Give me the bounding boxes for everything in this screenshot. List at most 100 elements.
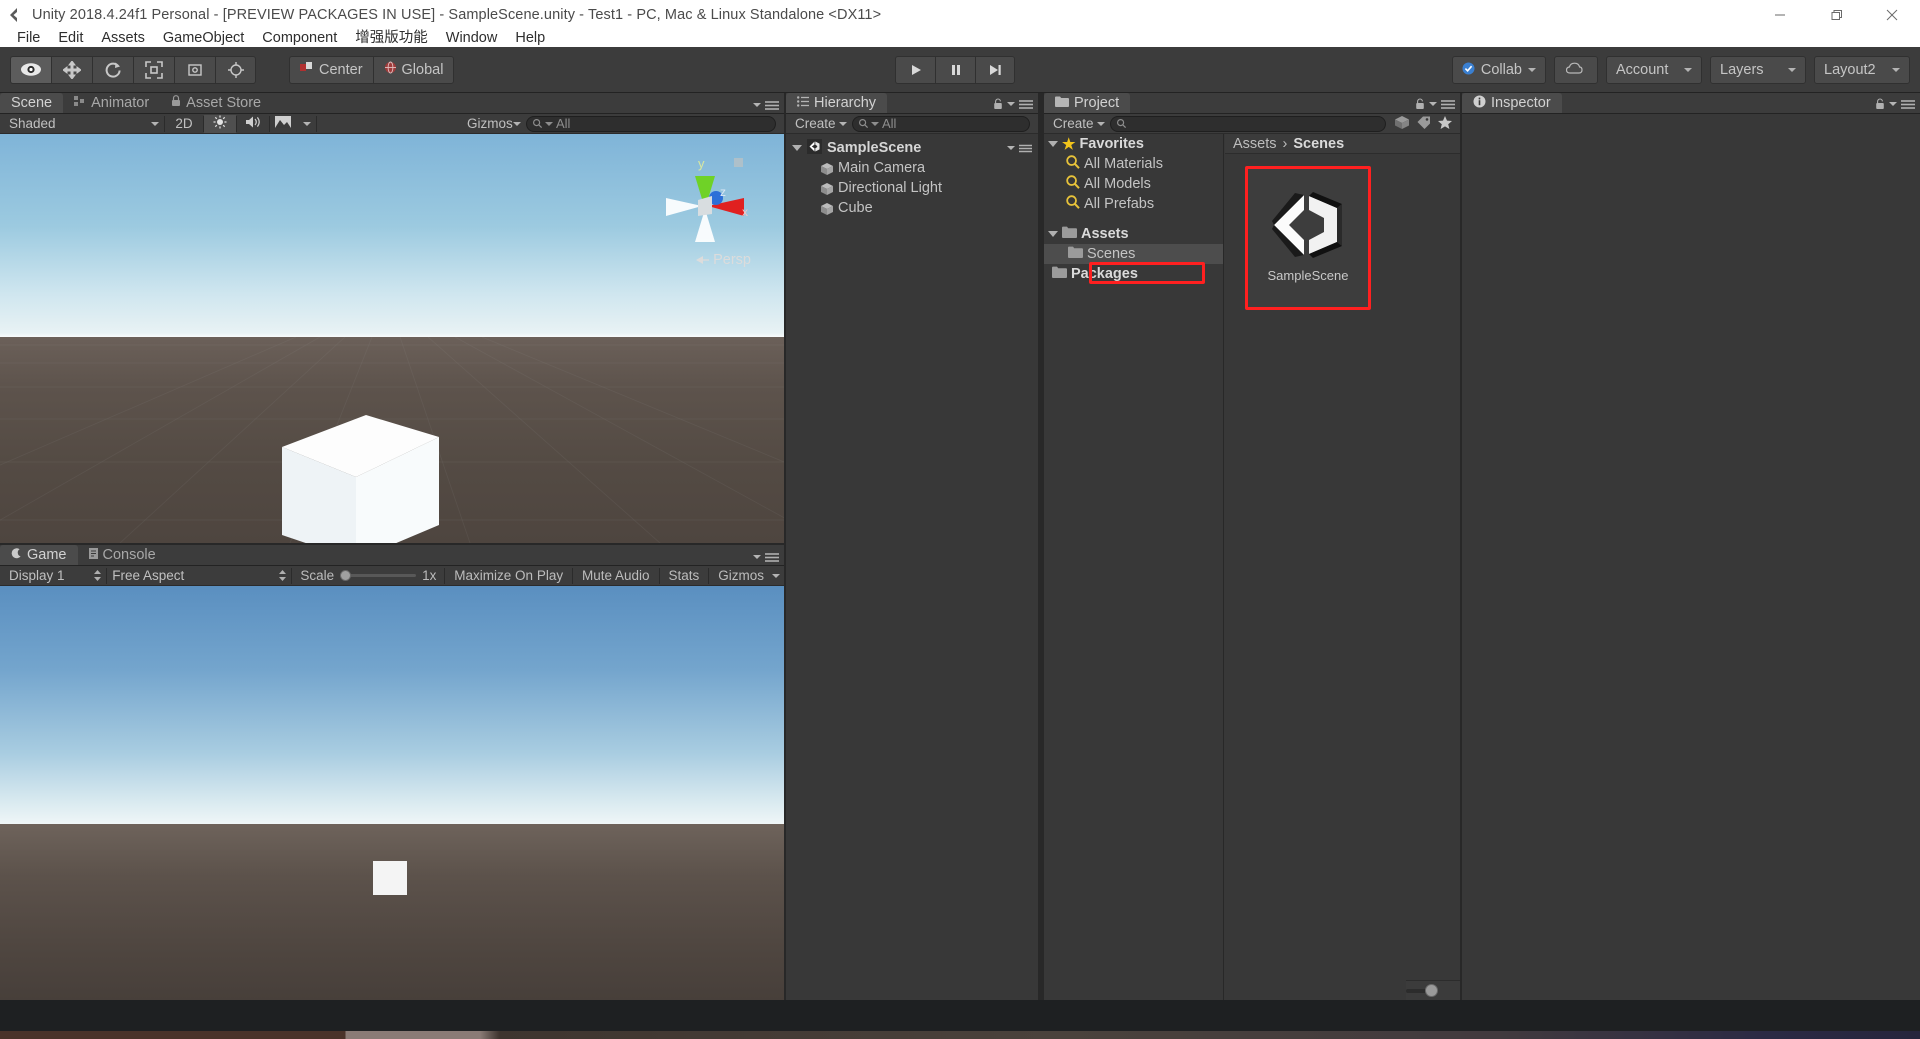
project-tab-bar: Project: [1044, 93, 1460, 114]
aspect-dropdown[interactable]: Free Aspect: [107, 567, 291, 585]
project-tree-assets[interactable]: Assets: [1044, 224, 1223, 244]
project-tree-all-models[interactable]: All Models: [1044, 174, 1223, 194]
rect-tool-button[interactable]: [174, 55, 215, 84]
scene-gizmos-dropdown[interactable]: Gizmos: [462, 115, 526, 133]
maximize-on-play-toggle[interactable]: Maximize On Play: [445, 567, 572, 585]
favorite-filter-icon[interactable]: [1438, 115, 1452, 132]
menu-gameobject[interactable]: GameObject: [154, 30, 253, 47]
transform-tool-button[interactable]: [215, 55, 256, 84]
tab-asset-store[interactable]: Asset Store: [160, 93, 272, 113]
inspector-panel-menu[interactable]: [1875, 98, 1915, 110]
pause-button[interactable]: [935, 56, 975, 84]
menu-assets[interactable]: Assets: [92, 30, 154, 47]
chevron-down-icon[interactable]: [1048, 231, 1058, 237]
menu-help[interactable]: Help: [506, 30, 554, 47]
layout-button[interactable]: Layout2: [1814, 56, 1910, 84]
project-panel-menu[interactable]: [1415, 98, 1455, 110]
project-zoom-slider[interactable]: [1406, 984, 1438, 997]
hierarchy-search-input[interactable]: All: [852, 115, 1030, 132]
chevron-down-icon: [1892, 68, 1900, 72]
draw-mode-dropdown[interactable]: Shaded: [4, 115, 164, 133]
menu-edit[interactable]: Edit: [49, 30, 92, 47]
chevron-down-icon[interactable]: [792, 145, 802, 151]
layers-button[interactable]: Layers: [1710, 56, 1806, 84]
scene-lighting-toggle[interactable]: [204, 114, 236, 133]
chevron-down-icon[interactable]: [1048, 141, 1058, 147]
step-button[interactable]: [975, 56, 1015, 84]
project-tree-all-prefabs[interactable]: All Prefabs: [1044, 194, 1223, 214]
folder-icon: [1052, 266, 1067, 282]
hierarchy-tree: SampleScene Main Camera Directional Ligh…: [786, 134, 1038, 1000]
rotate-tool-button[interactable]: [92, 55, 133, 84]
scene-panel: Scene Animator Asset Store Shaded 2D Giz…: [0, 93, 784, 543]
project-create-button[interactable]: Create: [1048, 115, 1110, 133]
game-gizmos-label[interactable]: Gizmos: [709, 567, 768, 585]
restore-button[interactable]: [1808, 0, 1864, 30]
info-circle-icon: [1473, 95, 1486, 112]
menu-file[interactable]: File: [8, 30, 49, 47]
breadcrumb-assets[interactable]: Assets: [1233, 136, 1277, 152]
tab-animator[interactable]: Animator: [63, 93, 160, 113]
stats-toggle[interactable]: Stats: [660, 567, 709, 585]
collab-button[interactable]: Collab: [1451, 56, 1546, 84]
project-tree-packages[interactable]: Packages: [1044, 264, 1223, 284]
game-panel: Game Console Display 1 Free Aspect Scale…: [0, 545, 784, 1000]
game-scale-slider[interactable]: Scale 1x: [292, 568, 444, 583]
minimize-button[interactable]: [1752, 0, 1808, 30]
asset-tile-samplescene[interactable]: SampleScene: [1247, 168, 1369, 308]
scale-knob[interactable]: [340, 570, 352, 581]
project-tree-all-materials[interactable]: All Materials: [1044, 154, 1223, 174]
chevron-down-icon: [513, 121, 521, 126]
scene-search-input[interactable]: All: [526, 115, 776, 132]
hierarchy-panel-menu[interactable]: [993, 98, 1033, 110]
tab-game[interactable]: Game: [0, 545, 78, 565]
chevron-down-icon: [1007, 102, 1015, 106]
project-search-input[interactable]: [1110, 115, 1386, 132]
pivot-mode-button[interactable]: Center: [289, 55, 373, 84]
handle-mode-button[interactable]: Global: [372, 55, 455, 84]
play-button[interactable]: [895, 56, 935, 84]
hierarchy-item-main-camera[interactable]: Main Camera: [786, 158, 1038, 178]
hand-tool-button[interactable]: [10, 55, 51, 84]
hierarchy-create-button[interactable]: Create: [790, 115, 852, 133]
scene-panel-menu[interactable]: [753, 100, 779, 110]
project-tree-favorites[interactable]: ★ Favorites: [1044, 134, 1223, 154]
cloud-button[interactable]: [1554, 56, 1598, 84]
game-gizmos-dropdown[interactable]: [768, 567, 784, 585]
account-button[interactable]: Account: [1606, 56, 1702, 84]
two-d-toggle[interactable]: 2D: [165, 115, 203, 133]
mute-audio-toggle[interactable]: Mute Audio: [573, 567, 659, 585]
scene-audio-toggle[interactable]: [237, 115, 269, 133]
close-button[interactable]: [1864, 0, 1920, 30]
os-taskbar[interactable]: [0, 1031, 1920, 1039]
scene-fx-dropdown[interactable]: [270, 115, 316, 133]
scale-track[interactable]: [340, 570, 417, 582]
type-filter-icon[interactable]: [1394, 115, 1410, 132]
zoom-knob[interactable]: [1425, 984, 1438, 997]
scene-perspective-label[interactable]: Persp: [696, 252, 751, 268]
label-filter-icon[interactable]: [1417, 116, 1431, 132]
game-viewport[interactable]: [0, 586, 784, 1000]
menu-component[interactable]: Component: [253, 30, 346, 47]
scale-tool-button[interactable]: [133, 55, 174, 84]
tab-inspector[interactable]: Inspector: [1462, 93, 1562, 113]
chevron-down-icon: [1429, 102, 1437, 106]
scene-context-menu[interactable]: [1007, 144, 1032, 153]
hierarchy-scene-root[interactable]: SampleScene: [786, 138, 1038, 158]
scene-cube-object[interactable]: [278, 415, 443, 543]
menu-enhanced-features[interactable]: 增强版功能: [346, 30, 437, 47]
tab-console[interactable]: Console: [78, 545, 167, 565]
hierarchy-item-directional-light[interactable]: Directional Light: [786, 178, 1038, 198]
menu-window[interactable]: Window: [437, 30, 507, 47]
game-panel-menu[interactable]: [753, 552, 779, 562]
tab-hierarchy[interactable]: Hierarchy: [786, 93, 888, 113]
breadcrumb-scenes[interactable]: Scenes: [1293, 136, 1344, 152]
tab-project[interactable]: Project: [1044, 93, 1131, 113]
display-dropdown[interactable]: Display 1: [4, 567, 106, 585]
scene-orientation-gizmo[interactable]: y z x: [658, 154, 754, 250]
project-tree-scenes[interactable]: Scenes: [1044, 244, 1223, 264]
move-tool-button[interactable]: [51, 55, 92, 84]
hierarchy-item-cube[interactable]: Cube: [786, 198, 1038, 218]
tab-scene[interactable]: Scene: [0, 93, 64, 113]
scene-viewport[interactable]: y z x Persp: [0, 134, 784, 543]
